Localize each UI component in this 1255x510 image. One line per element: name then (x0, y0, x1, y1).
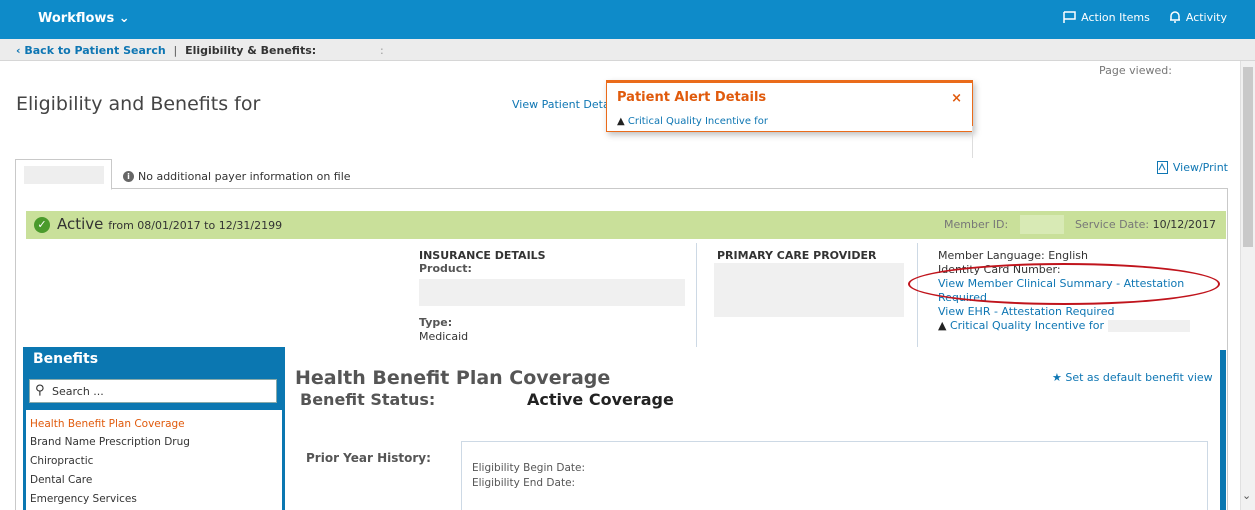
back-label: Back to Patient Search (24, 44, 166, 57)
prior-year-label: Prior Year History: (306, 451, 431, 465)
action-items-button[interactable]: Action Items (1063, 11, 1150, 24)
page-title: Eligibility and Benefits for (16, 93, 261, 115)
page-scrollbar[interactable]: ⌄ (1240, 61, 1255, 510)
flag-icon (1063, 10, 1076, 23)
benefit-status-value: Active Coverage (527, 390, 674, 409)
payer-tabs: i No additional payer information on fil… (15, 159, 1228, 190)
check-circle-icon: ✓ (34, 217, 50, 233)
coverage-range: from 08/01/2017 to 12/31/2199 (108, 219, 283, 232)
back-link[interactable]: ‹ Back to Patient Search (16, 44, 166, 57)
star-icon: ★ (1052, 371, 1062, 384)
chevron-down-icon[interactable]: ⌄ (1242, 489, 1251, 502)
chevron-down-icon: ⌄ (118, 11, 130, 26)
search-icon: ⚲ (35, 383, 45, 398)
product-label: Product: (419, 262, 472, 275)
type-label: Type: (419, 316, 453, 329)
pdf-icon (1156, 161, 1168, 174)
annotation-oval (908, 263, 1220, 305)
insurance-heading: INSURANCE DETAILS (419, 249, 546, 262)
breadcrumb-colon: : (380, 44, 384, 57)
active-label: Active (57, 215, 104, 233)
member-language: Member Language: English (938, 249, 1088, 262)
coverage-pane-border (1220, 350, 1226, 510)
warning-icon: ▲ (617, 116, 625, 127)
redacted-block (419, 279, 685, 306)
view-print-label: View/Print (1172, 161, 1228, 174)
eligibility-begin-date: Eligibility Begin Date: (472, 462, 586, 474)
breadcrumb: ‹ Back to Patient Search | Eligibility &… (0, 39, 1255, 61)
scrollbar-thumb[interactable] (1243, 67, 1253, 247)
service-date-label: Service Date: (1074, 218, 1150, 231)
eligibility-end-date: Eligibility End Date: (472, 477, 576, 489)
redacted-block (714, 263, 904, 317)
critical-quality-label: Critical Quality Incentive for (949, 319, 1105, 332)
payer-tab[interactable] (15, 159, 112, 190)
service-date: Service Date: 10/12/2017 (1075, 218, 1216, 231)
info-icon: i (123, 171, 134, 182)
set-default-view-button[interactable]: ★ Set as default benefit view (1052, 371, 1213, 384)
no-payer-note: i No additional payer information on fil… (123, 170, 351, 183)
divider (972, 126, 973, 158)
redacted-block (1107, 320, 1190, 332)
page-viewed-label: Page viewed: (1099, 64, 1172, 77)
alert-critical-link[interactable]: ▲ Critical Quality Incentive for (617, 116, 768, 127)
bell-icon (1169, 11, 1180, 23)
status-active: Active from 08/01/2017 to 12/31/2199 (57, 215, 282, 233)
type-value: Medicaid (419, 330, 469, 343)
critical-quality-link[interactable]: ▲ Critical Quality Incentive for (938, 319, 1228, 333)
action-items-label: Action Items (1081, 10, 1150, 24)
benefits-title: Benefits (33, 351, 99, 367)
close-icon[interactable]: × (951, 91, 962, 106)
benefit-item-dental[interactable]: Dental Care (30, 474, 92, 486)
benefit-item-brand-drug[interactable]: Brand Name Prescription Drug (30, 436, 190, 448)
benefits-search-input[interactable]: ⚲ Search ... (29, 379, 277, 403)
member-id-label: Member ID: (944, 218, 1009, 231)
activity-label: Activity (1185, 10, 1227, 24)
workflows-label: Workflows (38, 11, 115, 26)
search-placeholder: Search ... (52, 385, 104, 398)
divider (696, 243, 697, 347)
alert-critical-label: Critical Quality Incentive for (627, 116, 768, 127)
breadcrumb-current: Eligibility & Benefits: (185, 44, 317, 57)
view-print-button[interactable]: View/Print (1156, 161, 1228, 174)
divider (917, 243, 918, 347)
no-payer-label: No additional payer information on file (138, 170, 351, 183)
coverage-title: Health Benefit Plan Coverage (295, 367, 611, 389)
benefit-item-health-plan[interactable]: Health Benefit Plan Coverage (30, 418, 185, 430)
workflows-menu[interactable]: Workflows ⌄ (38, 11, 130, 26)
warning-icon: ▲ (938, 319, 947, 332)
breadcrumb-separator: | (173, 44, 178, 57)
benefits-list: Health Benefit Plan Coverage Brand Name … (26, 410, 282, 510)
prior-year-history-box: Eligibility Begin Date: Eligibility End … (461, 441, 1208, 510)
benefit-item-emergency[interactable]: Emergency Services (30, 493, 137, 505)
service-date-value: 10/12/2017 (1152, 218, 1216, 231)
insurance-details: INSURANCE DETAILS Product: Type: Medicai… (419, 249, 685, 343)
pcp-heading: PRIMARY CARE PROVIDER (717, 249, 877, 262)
redacted-block (1020, 215, 1064, 234)
alert-title: Patient Alert Details (617, 90, 767, 105)
redacted-block (24, 166, 104, 184)
benefit-item-chiropractic[interactable]: Chiropractic (30, 455, 93, 467)
view-ehr-link[interactable]: View EHR - Attestation Required (938, 305, 1228, 319)
set-default-label: Set as default benefit view (1065, 371, 1213, 384)
activity-button[interactable]: Activity (1168, 10, 1227, 24)
top-navigation-bar: Workflows ⌄ Action Items Activity (0, 0, 1255, 39)
benefit-status-label: Benefit Status: (300, 390, 436, 409)
status-bar: ✓ Active from 08/01/2017 to 12/31/2199 M… (26, 211, 1226, 239)
patient-alert-popup: Patient Alert Details × ▲ Critical Quali… (606, 80, 973, 132)
